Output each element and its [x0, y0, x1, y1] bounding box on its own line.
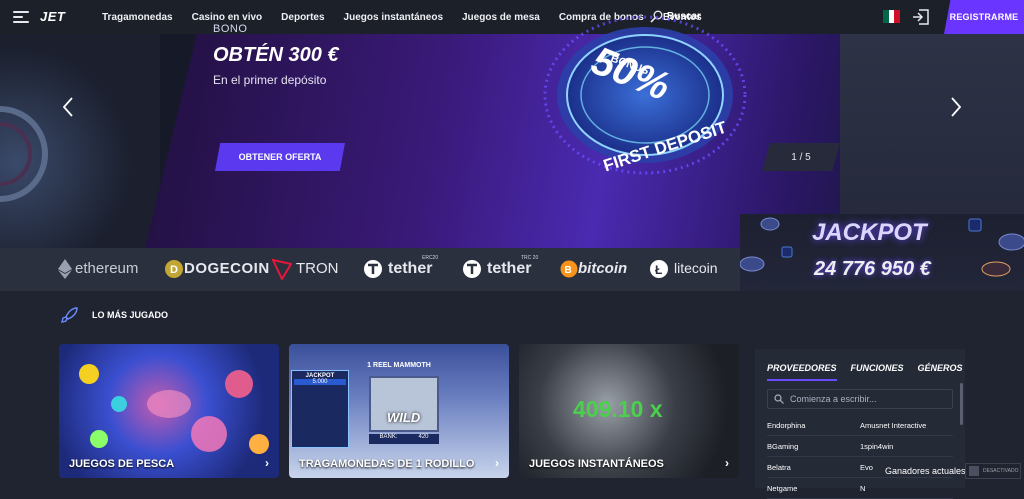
provider-search-input[interactable]: Comienza a escribir...	[767, 389, 953, 409]
card-label: JUEGOS DE PESCA	[69, 458, 175, 470]
crypto-ethereum: ethereum	[75, 260, 139, 277]
provider-scrollbar[interactable]	[960, 383, 963, 425]
list-item: BGaming 1spin4win	[767, 436, 953, 457]
tron-icon	[272, 258, 292, 280]
register-button[interactable]: REGISTRARME	[944, 0, 1024, 34]
crypto-tether-erc20: tether	[388, 260, 433, 277]
provider-item[interactable]: BGaming	[767, 442, 860, 451]
prev-slide-icon[interactable]	[62, 96, 74, 118]
game-title: 1 REEL MAMMOTH	[367, 362, 431, 369]
top-bar: JET Tragamonedas Casino en vivo Deportes…	[0, 0, 1024, 34]
language-flag-icon[interactable]	[883, 10, 901, 23]
nav-item-casino-en-vivo[interactable]: Casino en vivo	[192, 12, 263, 23]
providers-tabs: PROVEEDORES FUNCIONES GÉNEROS	[767, 363, 963, 381]
bank-panel: BANK: 420	[369, 434, 439, 444]
bitcoin-icon: B	[560, 260, 578, 278]
chevron-right-icon: ›	[265, 456, 269, 470]
slide-counter: 1 / 5	[762, 143, 840, 171]
svg-text:Ł: Ł	[655, 263, 662, 277]
hero-headline: OBTÉN 300 €	[213, 44, 339, 66]
hero-eyebrow: BONO	[213, 23, 248, 35]
section-title: LO MÁS JUGADO	[92, 310, 169, 320]
svg-text:B: B	[565, 265, 572, 276]
roulette-wheel-icon	[0, 106, 48, 202]
nav-item-deportes[interactable]: Deportes	[281, 12, 324, 23]
tether-trc20-tag: TRC 20	[521, 255, 539, 261]
provider-item[interactable]: Netgame	[767, 484, 860, 493]
chevron-right-icon: ›	[495, 456, 499, 470]
tab-proveedores[interactable]: PROVEEDORES	[767, 363, 837, 381]
bank-value: 420	[418, 434, 429, 440]
nav-item-tragamonedas[interactable]: Tragamonedas	[102, 12, 173, 23]
jackpot-title: JACKPOT	[812, 219, 927, 246]
logo[interactable]: JET	[40, 9, 65, 24]
bank-label: BANK:	[379, 434, 398, 440]
wild-symbol: WILD	[387, 410, 421, 425]
hero-subtitle: En el primer depósito	[213, 73, 327, 87]
winners-toggle[interactable]: DESACTIVADO	[965, 463, 1021, 479]
list-item: Endorphina Amusnet Interactive	[767, 415, 953, 436]
crypto-litecoin: litecoin	[674, 260, 718, 276]
litecoin-icon: Ł	[650, 260, 668, 278]
card-label: TRAGAMONEDAS DE 1 RODILLO	[299, 458, 475, 470]
multiplier-text: 409.10 x	[573, 396, 663, 422]
provider-item[interactable]: Belatra	[767, 463, 860, 472]
game-card-instant[interactable]: 409.10 x JUEGOS INSTANTÁNEOS ›	[519, 344, 739, 478]
provider-item[interactable]: Amusnet Interactive	[860, 421, 953, 430]
provider-search-placeholder: Comienza a escribir...	[790, 394, 877, 404]
toggle-label: DESACTIVADO	[983, 468, 1019, 474]
rocket-icon	[61, 307, 78, 323]
game-card-one-reel[interactable]: 1 REEL MAMMOTH JACKPOT 5.000 WILD BANK: 4…	[289, 344, 509, 478]
login-icon[interactable]	[912, 8, 930, 26]
provider-list: Endorphina Amusnet Interactive BGaming 1sp…	[767, 415, 953, 499]
nav-item-juegos-instantaneos[interactable]: Juegos instantáneos	[344, 12, 443, 23]
tether-icon	[364, 260, 382, 278]
nav-item-juegos-de-mesa[interactable]: Juegos de mesa	[462, 12, 540, 23]
game-card-fishing[interactable]: JUEGOS DE PESCA ›	[59, 344, 279, 478]
list-item: Netgame N	[767, 478, 953, 499]
next-slide-icon[interactable]	[950, 96, 962, 118]
jackpot-value: 24 776 950 €	[814, 258, 931, 280]
chevron-right-icon: ›	[725, 456, 729, 470]
tab-generos[interactable]: GÉNEROS	[918, 363, 963, 381]
tether-icon	[463, 260, 481, 278]
bonus-badge-icon: BONUS 50% FIRST DEPOSIT	[543, 15, 747, 175]
crypto-dogecoin: DOGECOIN	[184, 260, 270, 277]
crypto-tron: TRON	[296, 260, 339, 277]
menu-icon[interactable]	[13, 10, 29, 24]
provider-item[interactable]: 1spin4win	[860, 442, 953, 451]
paytable-panel: JACKPOT 5.000	[291, 370, 349, 448]
crypto-strip: ethereum D DOGECOIN TRON tether ERC20 te…	[0, 248, 740, 291]
ethereum-icon	[58, 259, 72, 279]
reel-window: WILD	[369, 376, 439, 432]
tab-funciones[interactable]: FUNCIONES	[851, 363, 904, 381]
get-offer-button[interactable]: OBTENER OFERTA	[215, 143, 345, 171]
card-label: JUEGOS INSTANTÁNEOS	[529, 458, 664, 470]
toggle-knob	[969, 466, 979, 476]
hero-side-image	[0, 34, 160, 248]
provider-item[interactable]: N	[860, 484, 953, 493]
dogecoin-icon: D	[165, 260, 183, 278]
jackpot-amount: 5.000	[294, 379, 346, 385]
winners-label: Ganadores actuales	[885, 466, 966, 476]
provider-item[interactable]: Endorphina	[767, 421, 860, 430]
crypto-tether-trc20: tether	[487, 260, 532, 277]
crypto-bitcoin: bitcoin	[578, 260, 628, 277]
search-icon	[774, 394, 784, 404]
svg-text:D: D	[170, 264, 178, 276]
tether-erc20-tag: ERC20	[422, 255, 439, 261]
